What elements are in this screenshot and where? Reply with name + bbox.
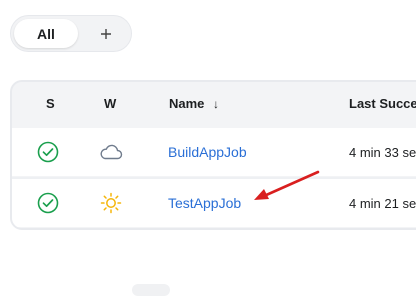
job-link[interactable]: BuildAppJob: [168, 144, 247, 160]
status-cell: [37, 179, 59, 227]
last-success-value: 4 min 33 se: [349, 144, 416, 160]
header-name-label: Name: [169, 96, 205, 111]
header-last-success[interactable]: Last Succe: [349, 96, 416, 111]
status-cell: [37, 128, 59, 176]
plus-icon: [101, 28, 111, 39]
view-tabs: All: [10, 15, 132, 52]
job-link[interactable]: TestAppJob: [168, 195, 241, 211]
header-status[interactable]: S: [46, 96, 55, 111]
jobs-table: S W Name ↓ Last Succe BuildAppJob 4 min …: [10, 80, 416, 230]
red-arrow-annotation: [254, 170, 320, 200]
header-weather[interactable]: W: [104, 96, 116, 111]
table-row: TestAppJob 4 min 21 se: [12, 179, 416, 227]
cloud-icon: [100, 144, 123, 160]
sun-icon: [100, 192, 122, 214]
add-view-button[interactable]: [91, 19, 121, 48]
sort-down-icon: ↓: [213, 97, 220, 111]
header-name[interactable]: Name ↓: [169, 96, 219, 111]
last-success-value: 4 min 21 se: [349, 195, 416, 211]
tab-all-label: All: [37, 25, 55, 42]
table-row: BuildAppJob 4 min 33 se: [12, 128, 416, 176]
check-circle-icon: [37, 192, 59, 214]
tab-all[interactable]: All: [14, 19, 78, 48]
job-name-cell: BuildAppJob: [168, 128, 247, 176]
weather-cell: [98, 128, 124, 176]
pagination-control[interactable]: [132, 284, 170, 296]
job-name-cell: TestAppJob: [168, 179, 241, 227]
last-success-cell: 4 min 21 se: [349, 179, 416, 227]
table-header: S W Name ↓ Last Succe: [12, 82, 416, 126]
check-circle-icon: [37, 141, 59, 163]
weather-cell: [100, 179, 122, 227]
last-success-cell: 4 min 33 se: [349, 128, 416, 176]
